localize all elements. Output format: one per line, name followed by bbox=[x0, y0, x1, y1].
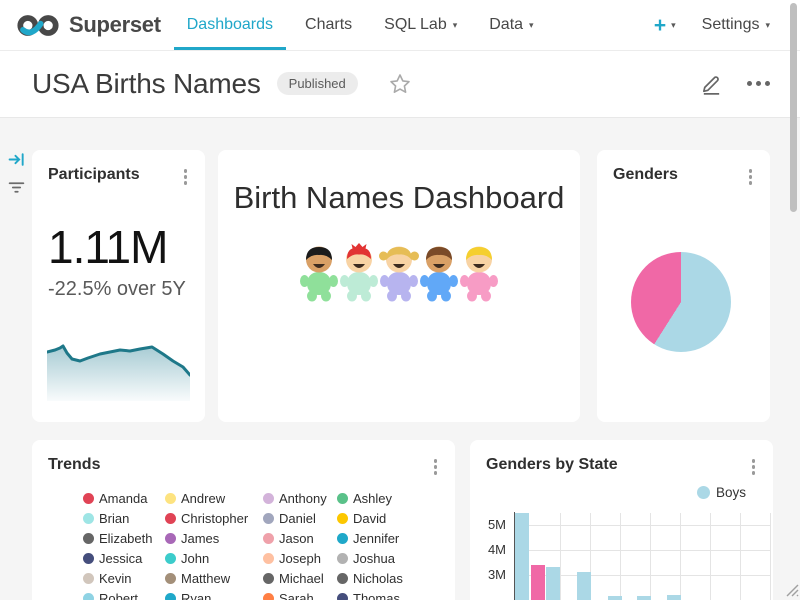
caret-down-icon: ▾ bbox=[765, 21, 770, 30]
page-title: USA Births Names bbox=[32, 68, 261, 100]
trendline-chart bbox=[47, 344, 190, 401]
card-trends: Trends AmandaAndrewAnthonyAshley BrianChr… bbox=[32, 440, 455, 600]
gridline bbox=[514, 550, 770, 551]
legend-item-david[interactable]: David bbox=[337, 508, 433, 528]
nav-item-data[interactable]: Data▾ bbox=[473, 0, 549, 50]
dashboard-grid: Participants 1.11M -22.5% over 5Y Birth … bbox=[0, 119, 800, 600]
card-title: Genders bbox=[613, 166, 678, 184]
gridline bbox=[770, 513, 771, 600]
kebab-menu-icon[interactable] bbox=[180, 166, 192, 188]
nav-item-dashboards[interactable]: Dashboards bbox=[171, 0, 289, 50]
legend-item-john[interactable]: John bbox=[165, 548, 263, 568]
navbar: Superset DashboardsChartsSQL Lab▾Data▾ +… bbox=[0, 0, 800, 51]
bar-boys[interactable] bbox=[546, 567, 560, 600]
legend-item-michael[interactable]: Michael bbox=[263, 568, 337, 588]
gridline bbox=[740, 513, 741, 600]
gridline bbox=[680, 513, 681, 600]
legend-item-robert[interactable]: Robert bbox=[83, 588, 165, 600]
y-axis-tick: 4M bbox=[476, 542, 506, 557]
resize-handle-icon[interactable] bbox=[783, 581, 799, 600]
settings-menu[interactable]: Settings ▾ bbox=[702, 16, 770, 34]
legend-item-amanda[interactable]: Amanda bbox=[83, 488, 165, 508]
legend-item-ryan[interactable]: Ryan bbox=[165, 588, 263, 600]
legend-item-elizabeth[interactable]: Elizabeth bbox=[83, 528, 165, 548]
superset-logo-icon bbox=[15, 12, 61, 39]
legend-item-thomas[interactable]: Thomas bbox=[337, 588, 433, 600]
card-title: Participants bbox=[48, 166, 140, 184]
nav-menu: DashboardsChartsSQL Lab▾Data▾ bbox=[171, 0, 550, 50]
legend-item-ashley[interactable]: Ashley bbox=[337, 488, 433, 508]
plus-icon: + bbox=[654, 15, 666, 36]
gridline bbox=[620, 513, 621, 600]
new-button[interactable]: + ▾ bbox=[654, 15, 676, 36]
gridline bbox=[514, 525, 770, 526]
caret-down-icon: ▾ bbox=[671, 21, 676, 30]
legend-item-daniel[interactable]: Daniel bbox=[263, 508, 337, 528]
legend-item-joseph[interactable]: Joseph bbox=[263, 548, 337, 568]
nav-item-charts[interactable]: Charts bbox=[289, 0, 368, 50]
bar-boys[interactable] bbox=[577, 572, 591, 600]
legend-item-brian[interactable]: Brian bbox=[83, 508, 165, 528]
y-axis-tick: 5M bbox=[476, 517, 506, 532]
legend-item-jessica[interactable]: Jessica bbox=[83, 548, 165, 568]
header-actions bbox=[700, 72, 774, 96]
gridline bbox=[650, 513, 651, 600]
expand-filter-bar-icon[interactable] bbox=[8, 151, 25, 173]
bar-boys[interactable] bbox=[667, 595, 681, 600]
legend-item-joshua[interactable]: Joshua bbox=[337, 548, 433, 568]
gridline bbox=[710, 513, 711, 600]
gridline bbox=[560, 513, 561, 600]
legend-item-kevin[interactable]: Kevin bbox=[83, 568, 165, 588]
legend-item-anthony[interactable]: Anthony bbox=[263, 488, 337, 508]
nav-right: + ▾ Settings ▾ bbox=[654, 15, 800, 36]
genders-by-state-bar-chart[interactable]: 5M 4M 3M bbox=[470, 440, 773, 600]
big-number-value: 1.11M bbox=[48, 220, 167, 274]
dashboard-header: USA Births Names Published bbox=[0, 50, 800, 118]
favorite-star-icon[interactable] bbox=[388, 72, 412, 96]
big-number-subheader: -22.5% over 5Y bbox=[48, 278, 186, 301]
edit-pencil-icon[interactable] bbox=[700, 72, 723, 96]
bar-boys[interactable] bbox=[515, 513, 529, 600]
kebab-menu-icon[interactable] bbox=[430, 456, 442, 478]
card-participants: Participants 1.11M -22.5% over 5Y bbox=[32, 150, 205, 422]
legend-item-james[interactable]: James bbox=[165, 528, 263, 548]
legend-item-matthew[interactable]: Matthew bbox=[165, 568, 263, 588]
filter-icon[interactable] bbox=[8, 179, 25, 201]
markdown-heading: Birth Names Dashboard bbox=[218, 180, 580, 216]
trends-legend: AmandaAndrewAnthonyAshley BrianChristophe… bbox=[83, 488, 433, 600]
legend-item-andrew[interactable]: Andrew bbox=[165, 488, 263, 508]
card-genders-by-state: Genders by State Boys 5M4M3M bbox=[470, 440, 773, 600]
more-horizontal-icon[interactable] bbox=[743, 77, 774, 90]
legend-item-christopher[interactable]: Christopher bbox=[165, 508, 263, 528]
card-markdown: Birth Names Dashboard bbox=[218, 150, 580, 422]
card-title: Trends bbox=[48, 456, 100, 474]
bar-boys[interactable] bbox=[637, 596, 651, 600]
legend-item-jason[interactable]: Jason bbox=[263, 528, 337, 548]
genders-pie-chart[interactable] bbox=[631, 252, 731, 352]
bar-boys[interactable] bbox=[608, 596, 622, 600]
brand-logo[interactable]: Superset bbox=[0, 12, 161, 39]
published-badge[interactable]: Published bbox=[277, 72, 358, 95]
settings-label: Settings bbox=[702, 16, 760, 34]
legend-item-nicholas[interactable]: Nicholas bbox=[337, 568, 433, 588]
legend-item-jennifer[interactable]: Jennifer bbox=[337, 528, 433, 548]
nav-item-sql-lab[interactable]: SQL Lab▾ bbox=[368, 0, 473, 50]
page-scrollbar[interactable] bbox=[790, 3, 797, 212]
card-genders: Genders bbox=[597, 150, 770, 422]
y-axis-tick: 3M bbox=[476, 567, 506, 582]
bar-girls[interactable] bbox=[531, 565, 545, 600]
brand-name: Superset bbox=[69, 12, 161, 38]
legend-item-sarah[interactable]: Sarah bbox=[263, 588, 337, 600]
babies-illustration bbox=[299, 242, 499, 304]
kebab-menu-icon[interactable] bbox=[745, 166, 757, 188]
